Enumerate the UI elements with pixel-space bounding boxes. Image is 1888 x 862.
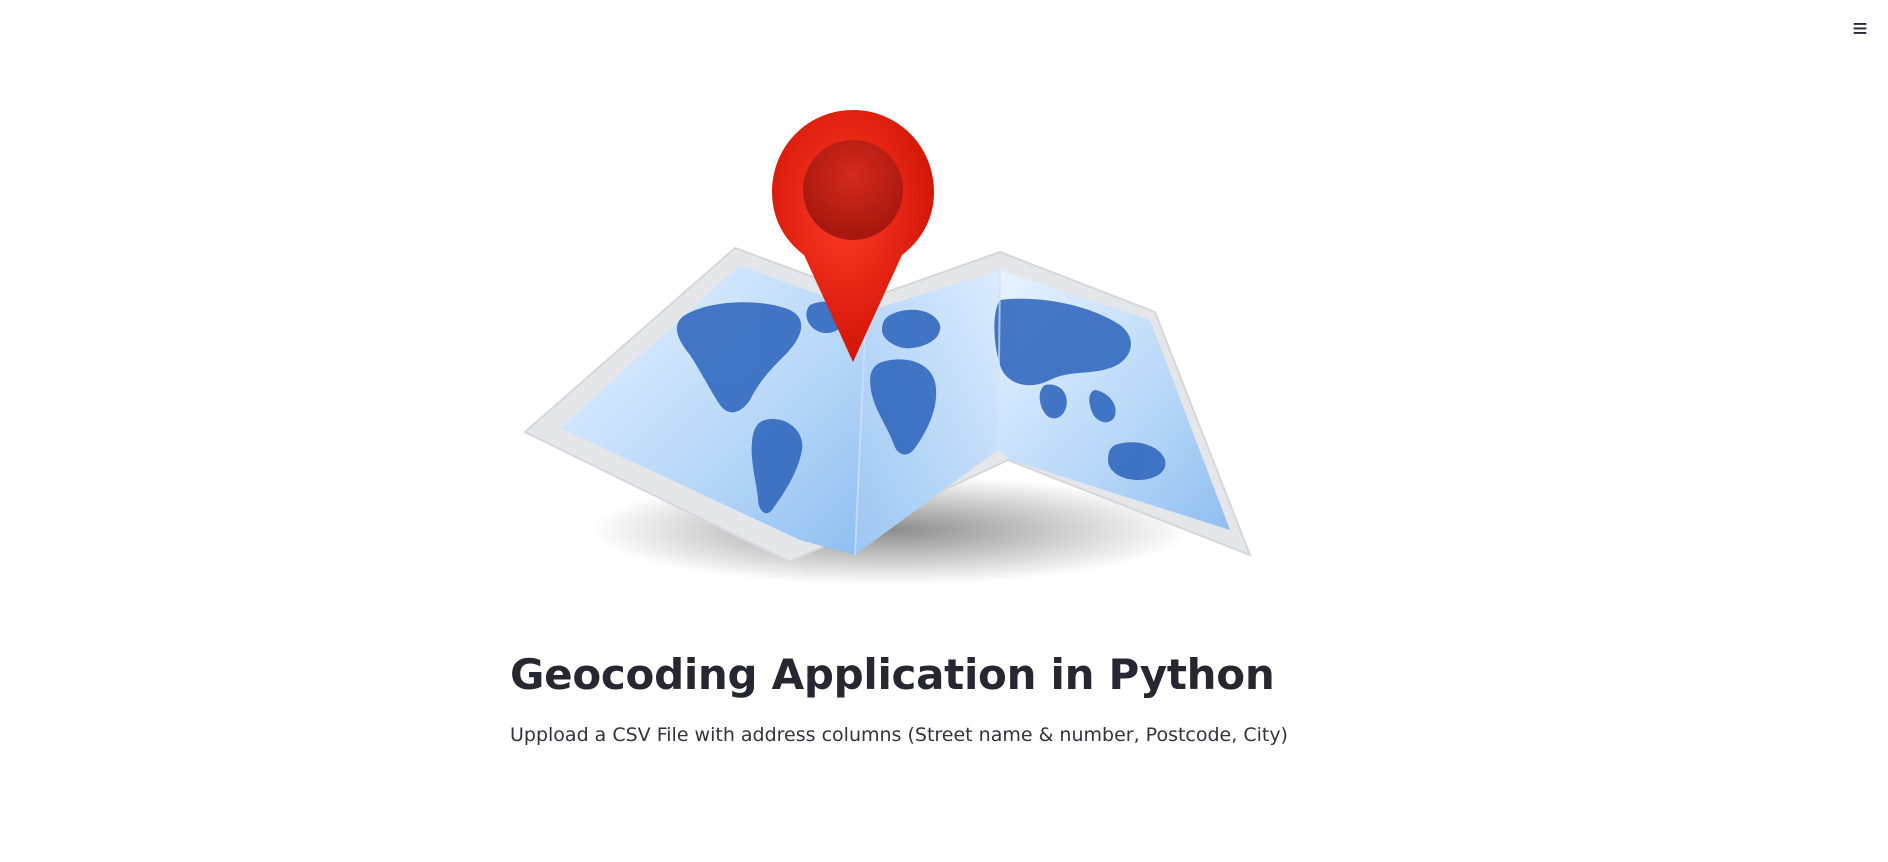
hero-image bbox=[510, 100, 1270, 595]
page-title: Geocoding Application in Python bbox=[510, 650, 1275, 699]
page-subtitle: Uppload a CSV File with address columns … bbox=[510, 724, 1288, 746]
hamburger-menu-icon: ≡ bbox=[1852, 13, 1868, 43]
main-menu-button[interactable]: ≡ bbox=[1846, 14, 1874, 42]
world-map-pin-illustration bbox=[523, 110, 1252, 585]
app-root: ≡ Geocoding Application in Python Upploa… bbox=[0, 0, 1888, 862]
